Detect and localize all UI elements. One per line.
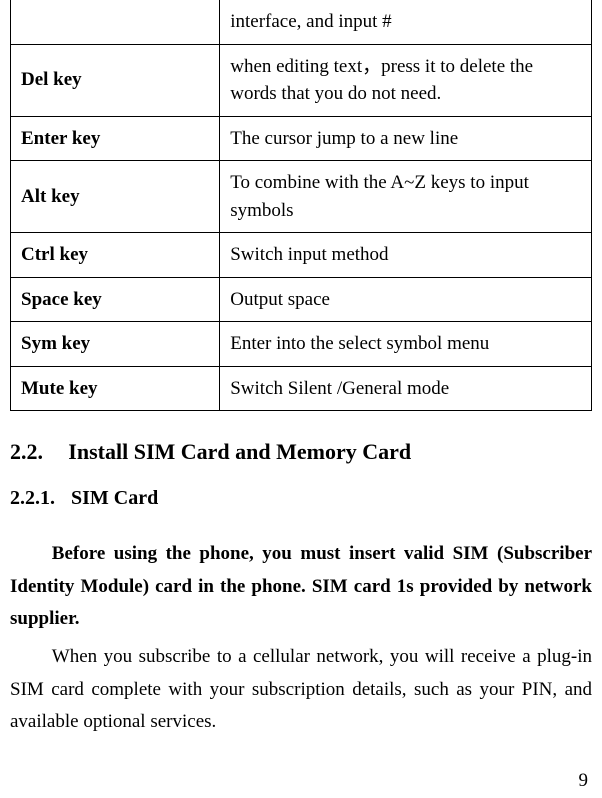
table-row: Enter key The cursor jump to a new line xyxy=(11,116,592,161)
desc-cell: To combine with the A~Z keys to input sy… xyxy=(220,161,592,233)
key-cell: Del key xyxy=(11,44,220,116)
table-row: Alt key To combine with the A~Z keys to … xyxy=(11,161,592,233)
desc-cell: Enter into the select symbol menu xyxy=(220,322,592,367)
key-cell: Space key xyxy=(11,277,220,322)
heading-number: 2.2.1. xyxy=(10,487,66,510)
heading-number: 2.2. xyxy=(10,439,63,465)
paragraph-bold: Before using the phone, you must insert … xyxy=(10,538,592,635)
desc-cell: Switch input method xyxy=(220,233,592,278)
key-cell: Sym key xyxy=(11,322,220,367)
table-row: Del key when editing text，press it to de… xyxy=(11,44,592,116)
key-cell: Mute key xyxy=(11,366,220,411)
heading-text: SIM Card xyxy=(71,487,158,509)
key-description-table: interface, and input # Del key when edit… xyxy=(10,0,592,411)
key-cell: Ctrl key xyxy=(11,233,220,278)
desc-cell: when editing text，press it to delete the… xyxy=(220,44,592,116)
page-content: interface, and input # Del key when edit… xyxy=(0,0,602,738)
table-row: Mute key Switch Silent /General mode xyxy=(11,366,592,411)
key-cell: Enter key xyxy=(11,116,220,161)
heading-text: Install SIM Card and Memory Card xyxy=(68,439,411,464)
table-row: Ctrl key Switch input method xyxy=(11,233,592,278)
page-number: 9 xyxy=(579,770,589,792)
subsection-heading: 2.2.1. SIM Card xyxy=(10,487,592,510)
table-row: Space key Output space xyxy=(11,277,592,322)
paragraph: When you subscribe to a cellular network… xyxy=(10,641,592,738)
desc-cell: interface, and input # xyxy=(220,0,592,44)
key-cell: Alt key xyxy=(11,161,220,233)
desc-cell: Output space xyxy=(220,277,592,322)
desc-cell: Switch Silent /General mode xyxy=(220,366,592,411)
table-row: interface, and input # xyxy=(11,0,592,44)
key-cell xyxy=(11,0,220,44)
table-row: Sym key Enter into the select symbol men… xyxy=(11,322,592,367)
desc-cell: The cursor jump to a new line xyxy=(220,116,592,161)
section-heading: 2.2. Install SIM Card and Memory Card xyxy=(10,439,592,465)
